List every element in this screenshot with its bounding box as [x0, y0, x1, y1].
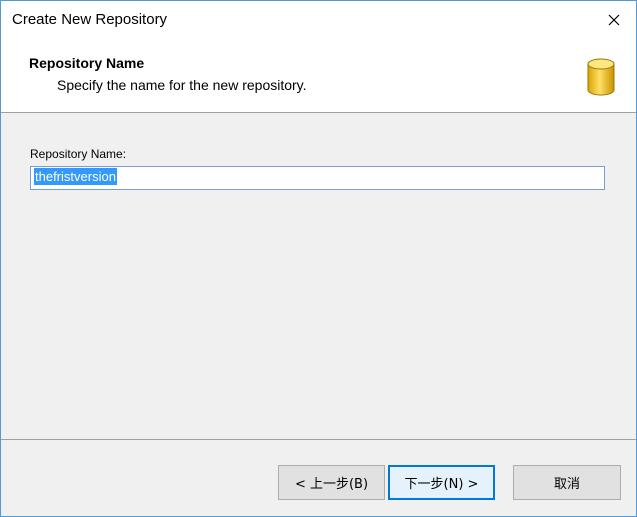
repository-name-value: thefristversion — [34, 168, 117, 185]
repository-name-label: Repository Name: — [30, 147, 127, 161]
wizard-header: Repository Name Specify the name for the… — [1, 39, 636, 113]
wizard-footer: < 上一步(B) 下一步(N) > 取消 — [1, 440, 636, 516]
wizard-content: Repository Name: thefristversion — [1, 113, 636, 440]
title-bar: Create New Repository — [1, 1, 636, 39]
cancel-button[interactable]: 取消 — [513, 465, 621, 500]
back-button[interactable]: < 上一步(B) — [278, 465, 385, 500]
page-title: Repository Name — [29, 55, 145, 71]
next-button[interactable]: 下一步(N) > — [388, 465, 495, 500]
database-icon — [587, 58, 615, 96]
create-repository-dialog: Create New Repository Repository Name Sp… — [0, 0, 637, 517]
repository-name-input[interactable]: thefristversion — [30, 166, 605, 190]
close-icon — [608, 14, 620, 26]
close-button[interactable] — [592, 1, 636, 39]
page-subtitle: Specify the name for the new repository. — [57, 77, 307, 93]
window-title: Create New Repository — [12, 11, 168, 28]
